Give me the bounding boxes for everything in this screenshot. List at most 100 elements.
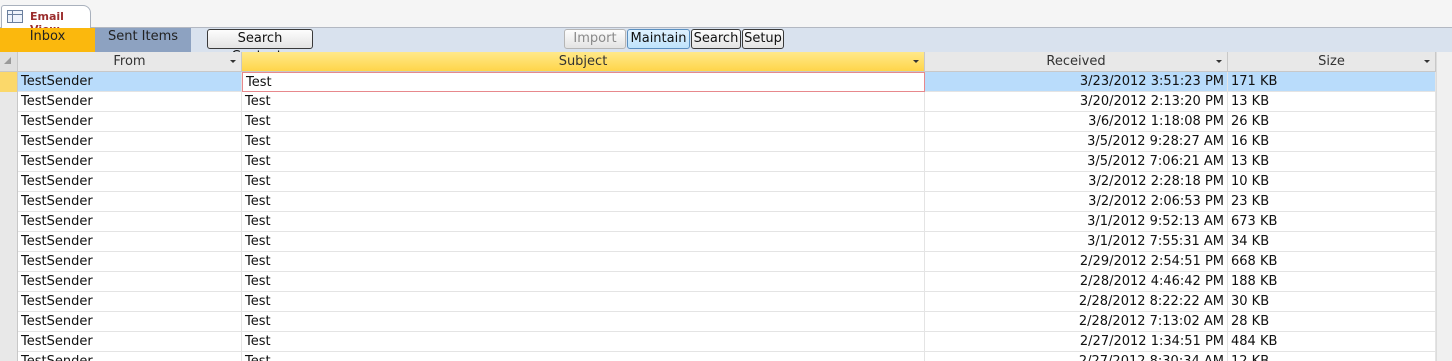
subject-cell[interactable]: Test bbox=[242, 192, 925, 212]
size-cell[interactable]: 171 KB bbox=[1228, 72, 1436, 92]
subject-cell[interactable]: Test bbox=[242, 232, 925, 252]
size-cell[interactable]: 13 KB bbox=[1228, 152, 1436, 172]
table-row[interactable]: TestSender Test 2/29/2012 2:54:51 PM 668 KB bbox=[0, 252, 1436, 272]
table-row[interactable]: TestSender Test 2/28/2012 8:22:22 AM 30 KB bbox=[0, 292, 1436, 312]
received-cell[interactable]: 3/2/2012 2:06:53 PM bbox=[925, 192, 1228, 212]
dropdown-arrow-icon[interactable] bbox=[1424, 60, 1430, 63]
from-cell[interactable]: TestSender bbox=[18, 72, 242, 92]
size-cell[interactable]: 10 KB bbox=[1228, 172, 1436, 192]
record-selector[interactable] bbox=[0, 332, 18, 352]
table-row[interactable]: TestSender Test 3/1/2012 9:52:13 AM 673 KB bbox=[0, 212, 1436, 232]
table-row[interactable]: TestSender Test 3/6/2012 1:18:08 PM 26 KB bbox=[0, 112, 1436, 132]
received-cell[interactable]: 2/29/2012 2:54:51 PM bbox=[925, 252, 1228, 272]
size-cell[interactable]: 26 KB bbox=[1228, 112, 1436, 132]
subject-cell[interactable]: Test bbox=[242, 332, 925, 352]
subject-cell[interactable]: Test bbox=[242, 132, 925, 152]
from-cell[interactable]: TestSender bbox=[18, 312, 242, 332]
from-cell[interactable]: TestSender bbox=[18, 212, 242, 232]
subject-cell[interactable]: Test bbox=[242, 292, 925, 312]
from-cell[interactable]: TestSender bbox=[18, 192, 242, 212]
from-cell[interactable]: TestSender bbox=[18, 92, 242, 112]
received-cell[interactable]: 2/27/2012 1:34:51 PM bbox=[925, 332, 1228, 352]
subject-cell[interactable]: Test bbox=[242, 352, 925, 361]
record-selector[interactable] bbox=[0, 172, 18, 192]
record-selector[interactable] bbox=[0, 232, 18, 252]
subject-cell[interactable]: Test bbox=[242, 172, 925, 192]
received-cell[interactable]: 3/5/2012 7:06:21 AM bbox=[925, 152, 1228, 172]
record-selector[interactable] bbox=[0, 132, 18, 152]
search-button[interactable]: Search bbox=[691, 29, 741, 49]
subject-cell[interactable]: Test bbox=[242, 152, 925, 172]
from-cell[interactable]: TestSender bbox=[18, 252, 242, 272]
size-cell[interactable]: 484 KB bbox=[1228, 332, 1436, 352]
table-row[interactable]: TestSender Test 3/2/2012 2:28:18 PM 10 KB bbox=[0, 172, 1436, 192]
subject-cell[interactable]: Test bbox=[242, 252, 925, 272]
column-header-size[interactable]: Size bbox=[1228, 52, 1436, 71]
table-row[interactable]: TestSender Test 3/23/2012 3:51:23 PM 171 KB bbox=[0, 72, 1436, 92]
received-cell[interactable]: 3/2/2012 2:28:18 PM bbox=[925, 172, 1228, 192]
table-row[interactable]: TestSender Test 2/27/2012 1:34:51 PM 484 KB bbox=[0, 332, 1436, 352]
size-cell[interactable]: 12 KB bbox=[1228, 352, 1436, 361]
record-selector[interactable] bbox=[0, 152, 18, 172]
table-row[interactable]: TestSender Test 3/20/2012 2:13:20 PM 13 KB bbox=[0, 92, 1436, 112]
size-cell[interactable]: 34 KB bbox=[1228, 232, 1436, 252]
column-header-received[interactable]: Received bbox=[925, 52, 1228, 71]
size-cell[interactable]: 16 KB bbox=[1228, 132, 1436, 152]
record-selector[interactable] bbox=[0, 252, 18, 272]
received-cell[interactable]: 3/1/2012 7:55:31 AM bbox=[925, 232, 1228, 252]
maintain-button[interactable]: Maintain bbox=[627, 29, 690, 49]
column-header-subject[interactable]: Subject bbox=[242, 52, 925, 71]
select-all-corner[interactable] bbox=[0, 52, 18, 71]
from-cell[interactable]: TestSender bbox=[18, 332, 242, 352]
tab-email-view[interactable]: Email View bbox=[1, 5, 91, 36]
subject-cell[interactable]: Test bbox=[242, 112, 925, 132]
from-cell[interactable]: TestSender bbox=[18, 292, 242, 312]
table-row[interactable]: TestSender Test 3/1/2012 7:55:31 AM 34 KB bbox=[0, 232, 1436, 252]
size-cell[interactable]: 30 KB bbox=[1228, 292, 1436, 312]
received-cell[interactable]: 2/28/2012 4:46:42 PM bbox=[925, 272, 1228, 292]
received-cell[interactable]: 3/6/2012 1:18:08 PM bbox=[925, 112, 1228, 132]
record-selector[interactable] bbox=[0, 72, 18, 92]
subject-cell[interactable]: Test bbox=[242, 212, 925, 232]
subject-cell[interactable]: Test bbox=[242, 312, 925, 332]
received-cell[interactable]: 3/1/2012 9:52:13 AM bbox=[925, 212, 1228, 232]
received-cell[interactable]: 2/27/2012 8:30:34 AM bbox=[925, 352, 1228, 361]
from-cell[interactable]: TestSender bbox=[18, 232, 242, 252]
dropdown-arrow-icon[interactable] bbox=[1216, 60, 1222, 63]
subject-cell[interactable]: Test bbox=[242, 72, 925, 92]
received-cell[interactable]: 3/5/2012 9:28:27 AM bbox=[925, 132, 1228, 152]
table-row[interactable]: TestSender Test 2/28/2012 4:46:42 PM 188 KB bbox=[0, 272, 1436, 292]
table-row[interactable]: TestSender Test 3/5/2012 7:06:21 AM 13 KB bbox=[0, 152, 1436, 172]
record-selector[interactable] bbox=[0, 312, 18, 332]
received-cell[interactable]: 2/28/2012 8:22:22 AM bbox=[925, 292, 1228, 312]
record-selector[interactable] bbox=[0, 292, 18, 312]
import-button[interactable]: Import bbox=[564, 29, 626, 49]
from-cell[interactable]: TestSender bbox=[18, 172, 242, 192]
table-row[interactable]: TestSender Test 3/2/2012 2:06:53 PM 23 KB bbox=[0, 192, 1436, 212]
search-contacts-button[interactable]: Search Contacts bbox=[207, 29, 313, 64]
size-cell[interactable]: 673 KB bbox=[1228, 212, 1436, 232]
inbox-tab[interactable]: Inbox bbox=[0, 28, 95, 52]
record-selector[interactable] bbox=[0, 92, 18, 112]
subject-cell[interactable]: Test bbox=[242, 272, 925, 292]
from-cell[interactable]: TestSender bbox=[18, 272, 242, 292]
from-cell[interactable]: TestSender bbox=[18, 152, 242, 172]
record-selector[interactable] bbox=[0, 192, 18, 212]
vertical-scrollbar[interactable] bbox=[1436, 52, 1452, 361]
table-row[interactable]: TestSenderTest2/27/2012 8:30:34 AM12 KB bbox=[0, 352, 1436, 361]
dropdown-arrow-icon[interactable] bbox=[230, 60, 236, 63]
received-cell[interactable]: 3/23/2012 3:51:23 PM bbox=[925, 72, 1228, 92]
sent-items-tab[interactable]: Sent Items bbox=[95, 28, 191, 52]
dropdown-arrow-icon[interactable] bbox=[913, 60, 919, 63]
size-cell[interactable]: 28 KB bbox=[1228, 312, 1436, 332]
received-cell[interactable]: 3/20/2012 2:13:20 PM bbox=[925, 92, 1228, 112]
size-cell[interactable]: 13 KB bbox=[1228, 92, 1436, 112]
record-selector[interactable] bbox=[0, 352, 18, 361]
received-cell[interactable]: 2/28/2012 7:13:02 AM bbox=[925, 312, 1228, 332]
record-selector[interactable] bbox=[0, 272, 18, 292]
record-selector[interactable] bbox=[0, 212, 18, 232]
table-row[interactable]: TestSender Test 2/28/2012 7:13:02 AM 28 KB bbox=[0, 312, 1436, 332]
size-cell[interactable]: 668 KB bbox=[1228, 252, 1436, 272]
size-cell[interactable]: 23 KB bbox=[1228, 192, 1436, 212]
record-selector[interactable] bbox=[0, 112, 18, 132]
